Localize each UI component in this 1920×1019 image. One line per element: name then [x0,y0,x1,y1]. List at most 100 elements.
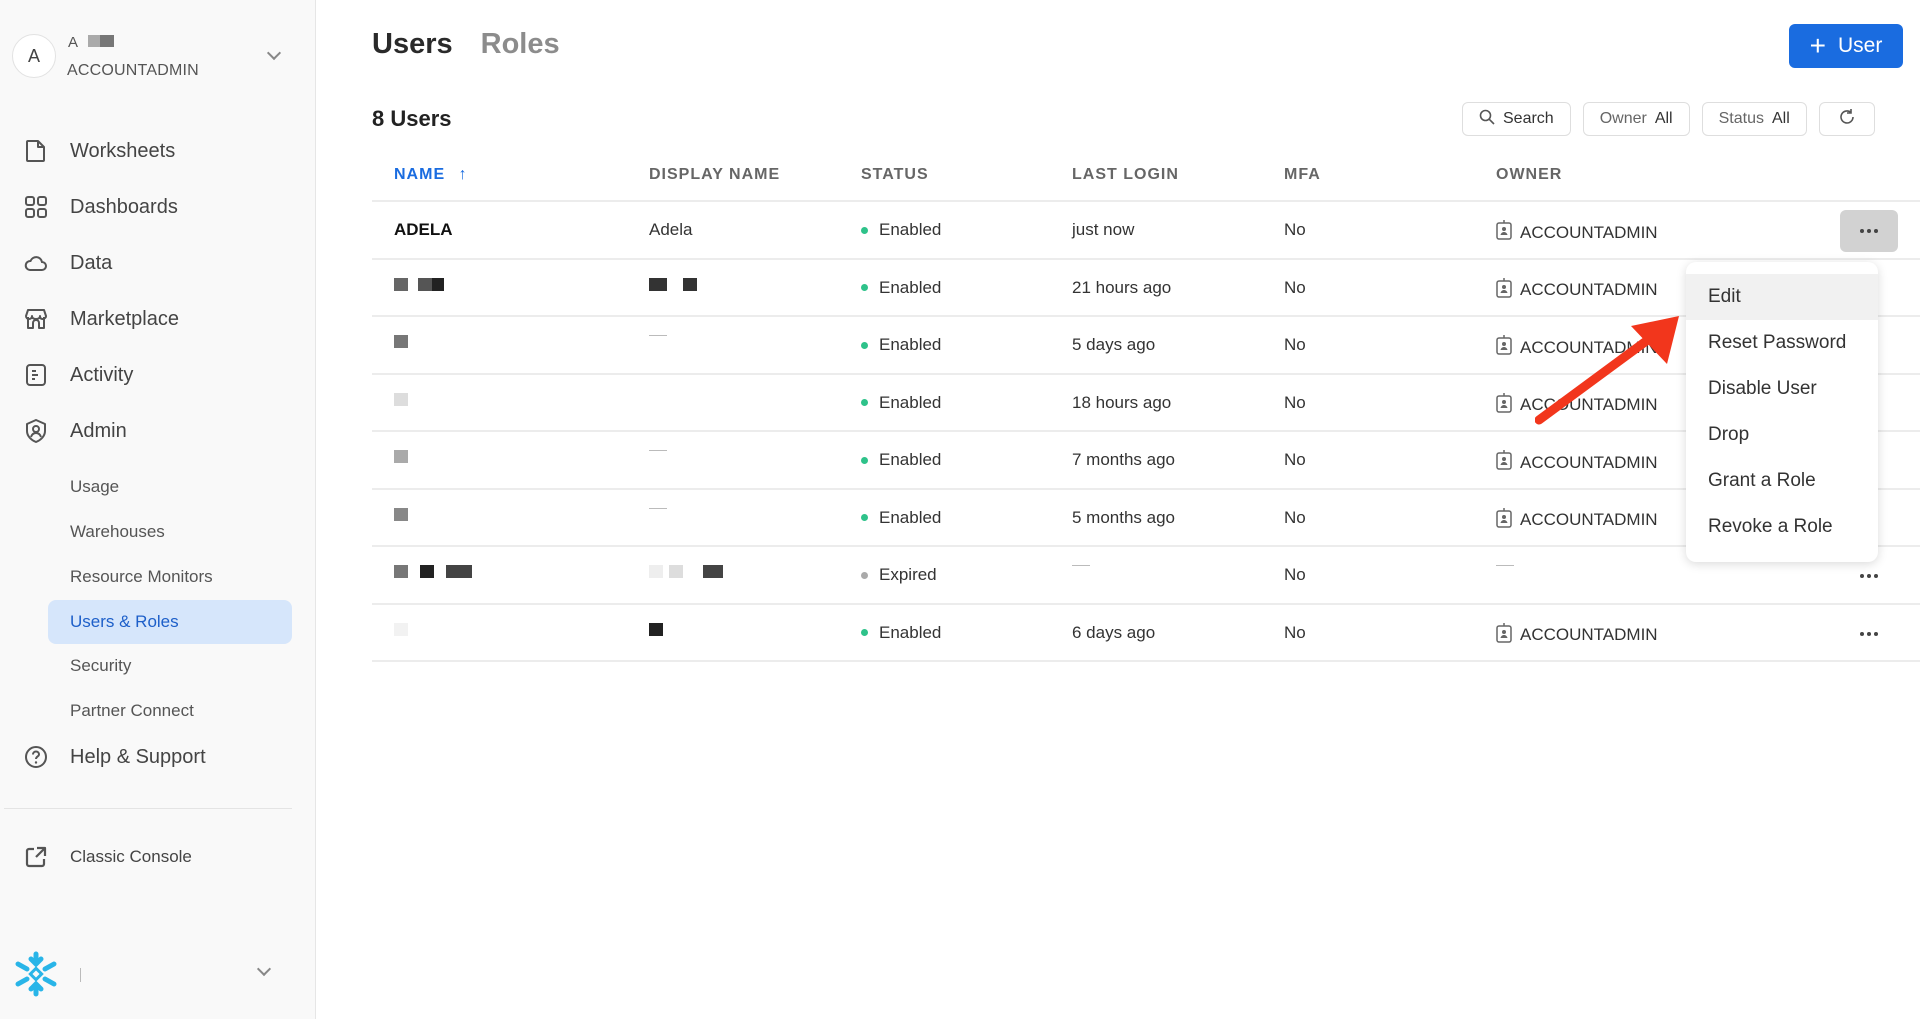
menu-item-disable-user[interactable]: Disable User [1686,366,1878,412]
tab-roles[interactable]: Roles [481,28,560,61]
cell-last-login: 5 days ago [1072,335,1156,354]
status-dot-icon [861,226,868,234]
status-dot-icon [861,629,868,636]
owner-filter[interactable]: Owner All [1582,102,1690,136]
owner-label: ACCOUNTADMIN [1520,222,1658,242]
nav-users-roles[interactable]: Users & Roles [48,600,292,644]
row-actions-button[interactable] [1840,613,1898,655]
owner-label: ACCOUNTADMIN [1520,625,1658,644]
column-display-name[interactable]: DISPLAY NAME [649,166,780,184]
avatar: A [12,34,56,78]
plus-icon: + [1809,30,1826,61]
column-owner[interactable]: OWNER [1496,166,1562,184]
cell-owner: ACCOUNTADMIN [1496,622,1658,648]
redacted-text [649,622,663,636]
cell-last-login: 18 hours ago [1072,392,1172,412]
status-badge: Enabled [861,623,941,643]
empty-dash [649,507,667,509]
cell-last-login: 7 months ago [1072,450,1176,469]
add-user-button[interactable]: + User [1789,24,1903,68]
empty-dash [649,450,667,451]
nav-classic-console[interactable]: Classic Console [24,837,192,877]
nav-label: Help & Support [70,745,206,768]
nav-worksheets[interactable]: Worksheets [24,131,175,171]
cell-owner: ACCOUNTADMIN [1496,450,1658,475]
nav-security[interactable]: Security [48,644,292,688]
cell-mfa: No [1284,622,1306,642]
column-mfa[interactable]: MFA [1284,166,1321,184]
menu-items: Edit Reset Password Disable User Drop Grant … [1686,274,1878,550]
cell-display-name [649,622,663,636]
menu-item-edit[interactable]: Edit [1686,274,1878,320]
cloud-icon [24,251,48,275]
status-dot-icon [861,571,868,579]
redacted-text [446,565,472,578]
nav-admin[interactable]: Admin [24,411,127,451]
refresh-button[interactable] [1818,102,1875,136]
cell-name [394,392,408,406]
status-label: Enabled [879,277,942,297]
search-button[interactable]: Search [1462,102,1571,136]
nav-activity[interactable]: Activity [24,355,133,395]
nav-warehouses[interactable]: Warehouses [48,510,292,554]
grid-icon [24,195,48,219]
cell-mfa: No [1284,450,1306,469]
sidebar-divider [4,808,292,809]
redacted-text [420,565,434,578]
account-name-prefix: A [68,34,79,51]
row-actions-menu: Edit Reset Password Disable User Drop Grant … [1686,262,1878,562]
row-actions-button[interactable] [1840,210,1898,252]
cell-name [394,450,408,463]
status-filter-value: All [1771,110,1790,127]
search-icon [1479,109,1495,130]
status-dot-icon [861,341,868,349]
owner-filter-label: Owner [1599,110,1647,127]
nav-dashboards[interactable]: Dashboards [24,187,178,227]
account-switcher[interactable]: A A ACCOUNTADMIN [12,30,302,82]
shield-user-icon [24,419,48,443]
menu-item-reset-password[interactable]: Reset Password [1686,320,1878,366]
cell-name [394,507,408,521]
nav-help-support[interactable]: Help & Support [24,737,206,777]
nav-data[interactable]: Data [24,243,112,283]
table-row[interactable]: Enabled 6 days ago No ACCOUNTADMIN [372,605,1920,662]
status-filter[interactable]: Status All [1701,102,1807,136]
column-name[interactable]: NAME ↑ [394,166,468,184]
status-badge: Enabled [861,450,941,470]
nav-label: Classic Console [70,847,192,866]
cell-name [394,277,444,291]
nav-label: Worksheets [70,139,176,162]
nav-partner-connect[interactable]: Partner Connect [48,689,292,733]
store-icon [24,307,48,331]
table-row[interactable]: ADELA Adela Enabled just now No ACCOUNTADMIN [372,202,1920,260]
owner-label: ACCOUNTADMIN [1520,510,1658,529]
chevron-down-icon[interactable] [266,45,282,61]
redacted-text [394,335,408,348]
column-status[interactable]: STATUS [861,166,929,184]
refresh-icon [1838,108,1856,131]
nav-label: Admin [70,419,127,442]
role-badge-icon [1496,392,1512,418]
cell-display-name [649,450,667,451]
redacted-text [394,622,408,636]
column-last-login[interactable]: LAST LOGIN [1072,166,1179,184]
owner-label: ACCOUNTADMIN [1520,337,1658,357]
tab-users[interactable]: Users [372,28,453,61]
cell-name: ADELA [394,220,453,239]
table-header: NAME ↑ DISPLAY NAME STATUS LAST LOGIN MF… [372,148,1920,202]
cell-mfa: No [1284,392,1306,412]
chevron-down-icon[interactable] [256,961,272,977]
nav-marketplace[interactable]: Marketplace [24,299,179,339]
tabs: Users Roles [372,28,560,61]
cell-display-name [649,565,723,578]
role-badge-icon [1496,335,1512,360]
redacted-text [669,565,683,578]
role-badge-icon [1496,220,1512,245]
menu-item-drop[interactable]: Drop [1686,412,1878,458]
nav-resource-monitors[interactable]: Resource Monitors [48,555,292,599]
menu-item-revoke-a-role[interactable]: Revoke a Role [1686,504,1878,550]
redacted-text [703,565,723,578]
menu-item-grant-a-role[interactable]: Grant a Role [1686,458,1878,504]
cell-name [394,622,408,636]
nav-usage[interactable]: Usage [48,465,292,509]
